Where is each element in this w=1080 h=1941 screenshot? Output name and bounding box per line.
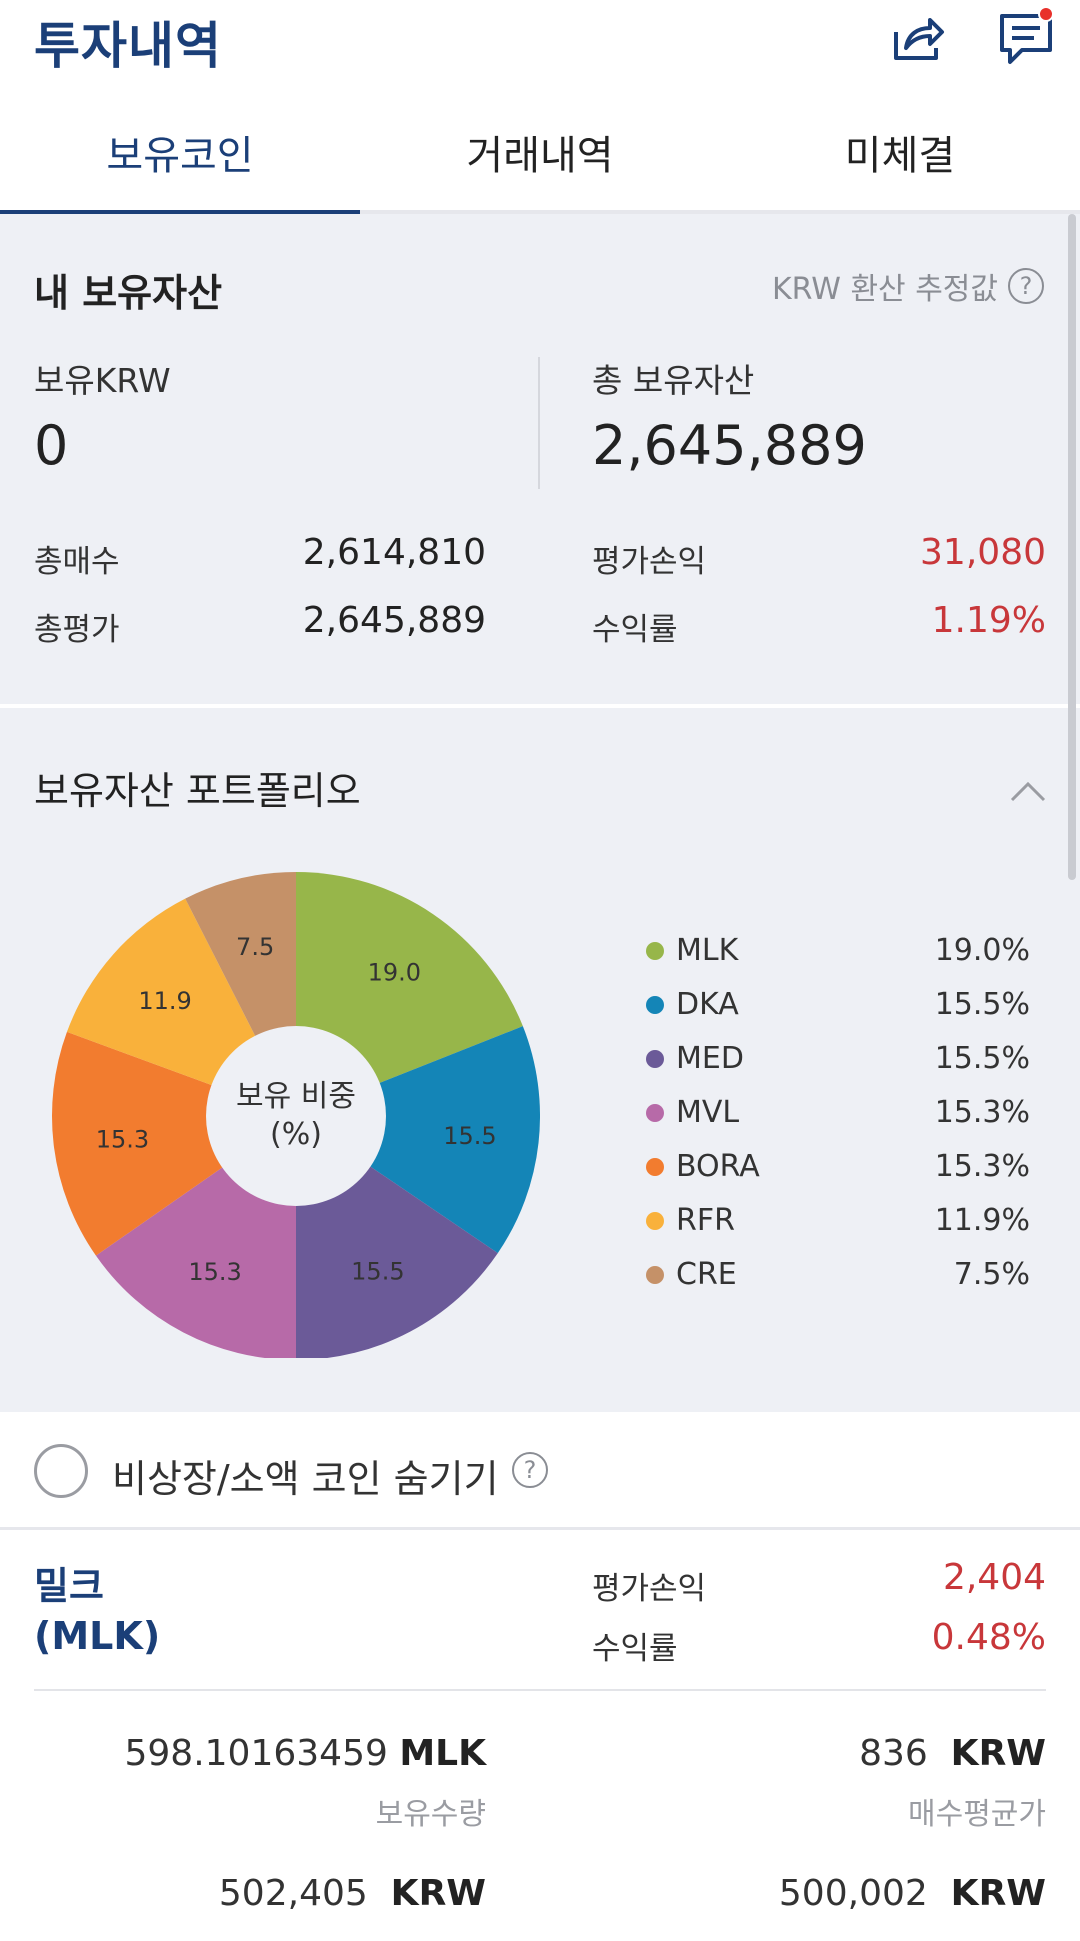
slice-label-mlk: 19.0 bbox=[368, 958, 421, 986]
legend-item-bora: BORA 15.3% bbox=[640, 1144, 1030, 1198]
legend-item-mlk: MLK 19.0% bbox=[640, 928, 1030, 982]
legend-name: DKA bbox=[676, 987, 739, 1022]
total-buy-label: 총매수 bbox=[34, 544, 120, 580]
avg-price-value: 836 bbox=[859, 1733, 928, 1774]
legend-name: BORA bbox=[676, 1149, 760, 1184]
legend-dot bbox=[646, 942, 664, 960]
eval-amount: 502,405 KRW bbox=[40, 1873, 486, 1914]
section-divider bbox=[0, 704, 1080, 708]
avg-price-unit: KRW bbox=[950, 1733, 1046, 1774]
slice-label-bora: 15.3 bbox=[96, 1125, 149, 1153]
total-eval-label: 총평가 bbox=[34, 612, 120, 648]
hide-small-coins-label[interactable]: 비상장/소액 코인 숨기기 bbox=[112, 1448, 499, 1503]
rate-label: 수익률 bbox=[592, 612, 678, 648]
center-label-line2: (%) bbox=[270, 1117, 322, 1152]
legend-dot bbox=[646, 1158, 664, 1176]
tab-bar: 보유코인 거래내역 미체결 bbox=[0, 104, 1080, 214]
legend-item-dka: DKA 15.5% bbox=[640, 982, 1030, 1036]
legend-name: MLK bbox=[676, 933, 739, 968]
donut-center-label: 보유 비중 (%) bbox=[214, 1078, 378, 1154]
hide-small-coins-row: 비상장/소액 코인 숨기기 ? bbox=[0, 1412, 1080, 1530]
buy-amount-unit: KRW bbox=[950, 1873, 1046, 1914]
krw-label: 보유KRW bbox=[34, 361, 171, 400]
krw-value: 0 bbox=[34, 414, 69, 477]
coin-card[interactable]: 밀크 (MLK) 평가손익 2,404 수익률 0.48% 598.101634… bbox=[0, 1533, 1080, 1941]
legend-percent: 7.5% bbox=[953, 1257, 1030, 1292]
krw-note[interactable]: KRW 환산 추정값 ? bbox=[772, 264, 1044, 308]
rate-value: 1.19% bbox=[931, 600, 1046, 641]
divider bbox=[538, 357, 540, 489]
slice-label-cre: 7.5 bbox=[236, 933, 274, 961]
chevron-up-icon[interactable] bbox=[1008, 772, 1048, 812]
legend-name: MED bbox=[676, 1041, 744, 1076]
notification-dot bbox=[1038, 6, 1054, 22]
coin-divider bbox=[34, 1689, 1046, 1691]
total-eval-value: 2,645,889 bbox=[302, 600, 486, 641]
buy-amount: 500,002 KRW bbox=[600, 1873, 1046, 1914]
hide-small-coins-radio[interactable] bbox=[34, 1444, 88, 1498]
legend-percent: 15.5% bbox=[934, 1041, 1030, 1076]
asset-summary: 내 보유자산 KRW 환산 추정값 ? 보유KRW 0 총 보유자산 2,645… bbox=[0, 214, 1080, 704]
coin-name: 밀크 (MLK) bbox=[34, 1561, 160, 1661]
legend-item-med: MED 15.5% bbox=[640, 1036, 1030, 1090]
buy-amount-value: 500,002 bbox=[778, 1873, 928, 1914]
holding-qty: 598.10163459 MLK bbox=[40, 1733, 486, 1774]
holding-qty-unit: MLK bbox=[399, 1733, 486, 1774]
legend-percent: 15.3% bbox=[934, 1095, 1030, 1130]
slice-label-mvl: 15.3 bbox=[188, 1258, 241, 1286]
center-label-line1: 보유 비중 bbox=[236, 1079, 356, 1114]
legend-item-rfr: RFR 11.9% bbox=[640, 1198, 1030, 1252]
eval-amount-value: 502,405 bbox=[218, 1873, 368, 1914]
total-buy-value: 2,614,810 bbox=[302, 532, 486, 573]
legend-dot bbox=[646, 1104, 664, 1122]
portfolio-section: 보유자산 포트폴리오 19.0 15.5 15.5 15.3 15.3 11.9 7.5 보… bbox=[0, 708, 1080, 1412]
legend-name: CRE bbox=[676, 1257, 737, 1292]
help-icon[interactable]: ? bbox=[1008, 268, 1044, 304]
slice-label-rfr: 11.9 bbox=[138, 987, 191, 1015]
avg-price: 836 KRW bbox=[600, 1733, 1046, 1774]
holding-qty-value: 598.10163459 bbox=[124, 1733, 388, 1774]
tab-holdings[interactable]: 보유코인 bbox=[0, 104, 360, 214]
slice-label-med: 15.5 bbox=[351, 1258, 404, 1286]
tab-unfilled[interactable]: 미체결 bbox=[720, 104, 1080, 210]
share-icon[interactable] bbox=[888, 8, 948, 68]
legend-percent: 15.5% bbox=[934, 987, 1030, 1022]
legend-item-mvl: MVL 15.3% bbox=[640, 1090, 1030, 1144]
total-assets-value: 2,645,889 bbox=[592, 414, 867, 477]
coin-pnl-value: 2,404 bbox=[942, 1557, 1046, 1598]
legend-percent: 11.9% bbox=[934, 1203, 1030, 1238]
coin-pnl-label: 평가손익 bbox=[592, 1571, 707, 1607]
total-assets-label: 총 보유자산 bbox=[592, 361, 755, 400]
holding-qty-label: 보유수량 bbox=[375, 1797, 486, 1832]
avg-price-label: 매수평균가 bbox=[908, 1797, 1046, 1832]
legend-percent: 15.3% bbox=[934, 1149, 1030, 1184]
krw-note-label: KRW 환산 추정값 bbox=[771, 272, 998, 307]
legend-name: MVL bbox=[676, 1095, 740, 1130]
coin-symbol: (MLK) bbox=[34, 1614, 161, 1658]
legend-dot bbox=[646, 996, 664, 1014]
slice-label-dka: 15.5 bbox=[443, 1122, 496, 1150]
scrollbar[interactable] bbox=[1068, 214, 1076, 880]
legend-item-cre: CRE 7.5% bbox=[640, 1252, 1030, 1306]
summary-title: 내 보유자산 bbox=[34, 271, 223, 315]
tab-trade-history[interactable]: 거래내역 bbox=[360, 104, 720, 210]
coin-name-korean: 밀크 bbox=[34, 1564, 104, 1608]
coin-rate-label: 수익률 bbox=[592, 1631, 678, 1667]
legend-percent: 19.0% bbox=[934, 933, 1030, 968]
page-title: 투자내역 bbox=[34, 17, 222, 75]
legend-dot bbox=[646, 1050, 664, 1068]
eval-amount-unit: KRW bbox=[390, 1873, 486, 1914]
app-header: 투자내역 bbox=[0, 0, 1080, 90]
legend-dot bbox=[646, 1266, 664, 1284]
portfolio-title: 보유자산 포트폴리오 bbox=[34, 769, 361, 813]
pnl-value: 31,080 bbox=[920, 532, 1046, 573]
coin-rate-value: 0.48% bbox=[931, 1617, 1046, 1658]
help-icon[interactable]: ? bbox=[512, 1452, 548, 1488]
chart-legend: MLK 19.0% DKA 15.5% MED 15.5% MVL 15.3% BORA 15.3… bbox=[640, 928, 1030, 1306]
pnl-label: 평가손익 bbox=[592, 544, 707, 580]
legend-name: RFR bbox=[676, 1203, 735, 1238]
legend-dot bbox=[646, 1212, 664, 1230]
